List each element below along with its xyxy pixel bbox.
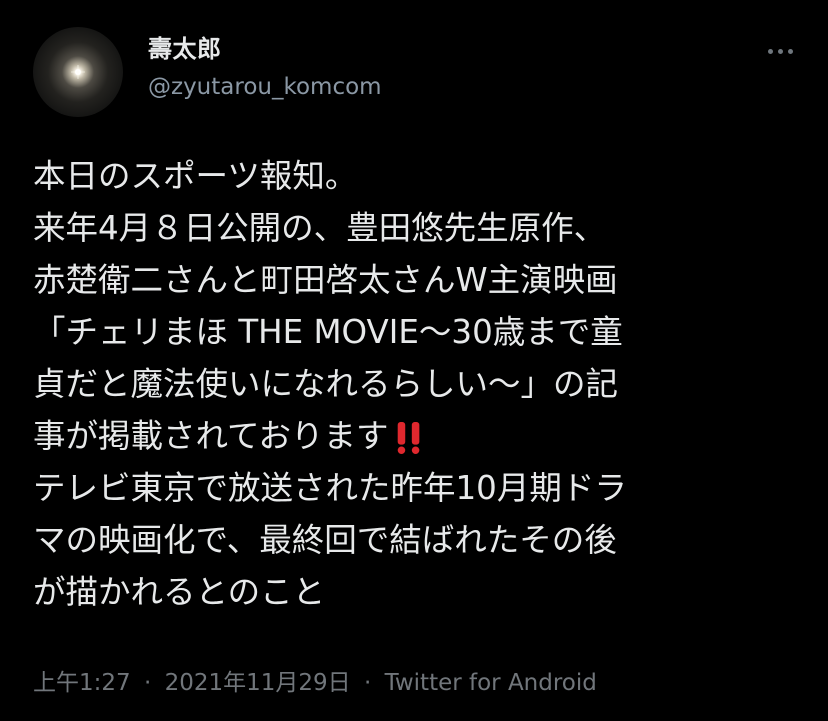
tweet-text-line: が描かれるとのこと bbox=[33, 573, 326, 611]
tweet-text-line: 来年4月８日公開の、豊田悠先生原作、 bbox=[33, 209, 607, 247]
meta-separator: · bbox=[363, 670, 372, 696]
display-name[interactable]: 壽太郎 bbox=[148, 32, 382, 66]
meta-separator: · bbox=[143, 670, 152, 696]
more-horizontal-icon bbox=[767, 48, 773, 54]
tweet-source-link[interactable]: Twitter for Android bbox=[385, 670, 597, 696]
tweet-text: 本日のスポーツ報知。 来年4月８日公開の、豊田悠先生原作、 赤楚衛二さんと町田啓… bbox=[33, 150, 813, 618]
tweet: 壽太郎 @zyutarou_komcom 本日のスポーツ報知。 来年4月８日公開… bbox=[0, 0, 828, 721]
tweet-text-segment: 事が掲載されております bbox=[33, 417, 389, 455]
tweet-text-line: テレビ東京で放送された昨年10月期ドラ bbox=[33, 469, 627, 507]
avatar[interactable] bbox=[33, 27, 123, 117]
tweet-time-link[interactable]: 上午1:27 bbox=[33, 670, 131, 696]
more-horizontal-icon-dot bbox=[777, 48, 783, 54]
tweet-text-line: 「チェリまほ THE MOVIE〜30歳まで童 bbox=[33, 313, 623, 351]
tweet-text-line: 貞だと魔法使いになれるらしい〜」の記 bbox=[33, 365, 619, 403]
tweet-meta: 上午1:27 · 2021年11月29日 · Twitter for Andro… bbox=[33, 663, 597, 703]
avatar-light-icon bbox=[71, 65, 85, 79]
tweet-text-line: 本日のスポーツ報知。 bbox=[33, 157, 358, 195]
double-exclamation-icon bbox=[397, 422, 419, 454]
more-options-button[interactable] bbox=[760, 36, 800, 66]
user-handle[interactable]: @zyutarou_komcom bbox=[148, 70, 382, 104]
more-horizontal-icon-dot bbox=[787, 48, 793, 54]
tweet-text-line: マの映画化で、最終回で結ばれたその後 bbox=[33, 521, 617, 559]
author-block[interactable]: 壽太郎 @zyutarou_komcom bbox=[148, 32, 382, 104]
tweet-text-line: 赤楚衛二さんと町田啓太さんW主演映画 bbox=[33, 261, 618, 299]
tweet-text-line-with-emoji: 事が掲載されております bbox=[33, 410, 813, 462]
tweet-date-link[interactable]: 2021年11月29日 bbox=[165, 670, 351, 696]
